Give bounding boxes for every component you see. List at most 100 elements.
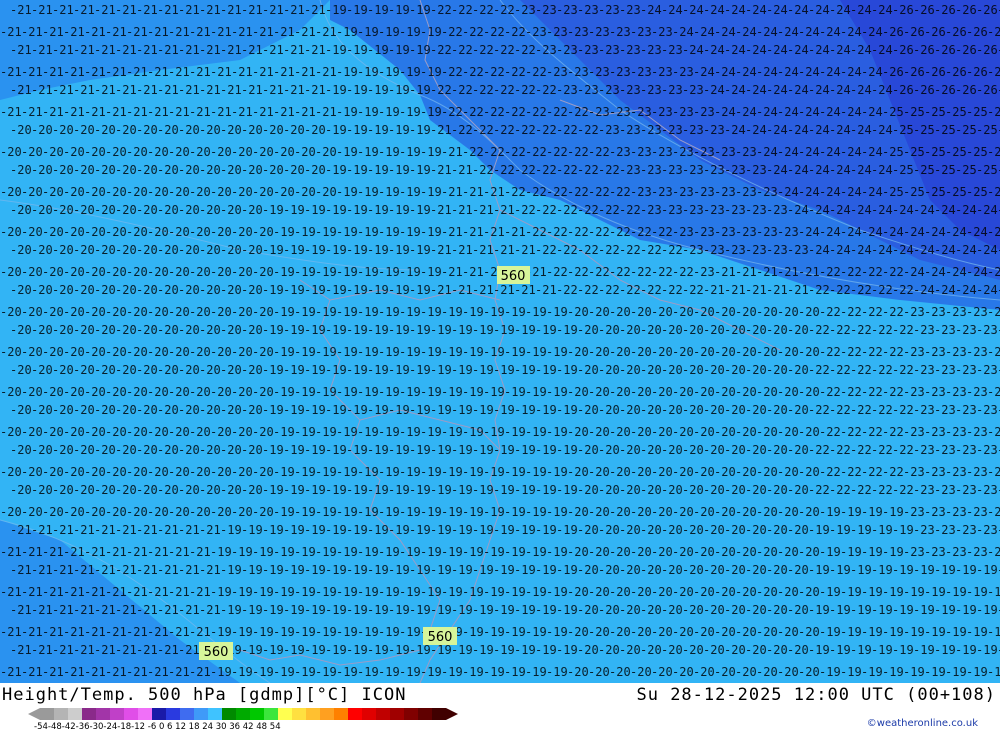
svg-text:-20: -20: [210, 185, 232, 199]
svg-text:-19: -19: [336, 225, 358, 239]
svg-text:-20: -20: [787, 563, 809, 577]
svg-text:-24: -24: [745, 3, 767, 17]
svg-text:-22: -22: [567, 105, 589, 119]
svg-text:-23: -23: [987, 425, 1000, 439]
svg-text:-24: -24: [808, 43, 830, 57]
svg-text:-19: -19: [819, 545, 841, 559]
svg-text:-21: -21: [283, 83, 305, 97]
svg-text:-20: -20: [115, 323, 137, 337]
svg-text:-19: -19: [882, 665, 904, 679]
svg-text:-19: -19: [525, 305, 547, 319]
svg-text:-24: -24: [924, 225, 946, 239]
svg-text:-21: -21: [94, 643, 116, 657]
svg-text:-24: -24: [934, 283, 956, 297]
svg-text:-19: -19: [325, 83, 347, 97]
svg-text:-20: -20: [756, 665, 778, 679]
svg-text:-24: -24: [903, 265, 925, 279]
svg-text:-23: -23: [609, 65, 631, 79]
svg-text:-24: -24: [829, 3, 851, 17]
svg-text:-21: -21: [472, 283, 494, 297]
svg-text:-23: -23: [745, 243, 767, 257]
svg-text:-20: -20: [21, 345, 43, 359]
svg-text:-20: -20: [231, 345, 253, 359]
svg-text:-23: -23: [924, 465, 946, 479]
svg-text:-22: -22: [451, 43, 473, 57]
svg-text:-20: -20: [787, 323, 809, 337]
svg-text:-19: -19: [336, 425, 358, 439]
svg-text:-21: -21: [262, 83, 284, 97]
svg-text:-19: -19: [556, 483, 578, 497]
svg-text:-20: -20: [126, 465, 148, 479]
svg-text:-20: -20: [262, 123, 284, 137]
svg-text:-19: -19: [346, 483, 368, 497]
svg-text:-20: -20: [798, 345, 820, 359]
svg-text:-19: -19: [273, 545, 295, 559]
svg-text:-23: -23: [672, 185, 694, 199]
svg-text:-20: -20: [703, 643, 725, 657]
svg-text:-23: -23: [682, 83, 704, 97]
svg-text:-21: -21: [210, 105, 232, 119]
svg-text:-21: -21: [262, 3, 284, 17]
svg-text:-24: -24: [798, 25, 820, 39]
svg-text:-21: -21: [231, 65, 253, 79]
svg-text:-23: -23: [945, 425, 967, 439]
svg-text:-19: -19: [945, 665, 967, 679]
credit-link[interactable]: ©weatheronline.co.uk: [867, 718, 978, 729]
svg-text:-19: -19: [861, 545, 883, 559]
color-legend: [28, 708, 458, 720]
svg-text:-20: -20: [315, 145, 337, 159]
svg-text:-21: -21: [304, 3, 326, 17]
svg-text:-20: -20: [598, 643, 620, 657]
svg-text:-19: -19: [472, 523, 494, 537]
svg-text:-20: -20: [199, 403, 221, 417]
svg-text:-24: -24: [850, 163, 872, 177]
svg-text:-20: -20: [567, 425, 589, 439]
svg-text:-22: -22: [892, 483, 914, 497]
svg-text:-21: -21: [84, 665, 106, 679]
svg-text:-23: -23: [546, 65, 568, 79]
svg-text:-19: -19: [273, 425, 295, 439]
svg-text:-23: -23: [955, 483, 977, 497]
svg-text:-20: -20: [745, 443, 767, 457]
svg-text:-19: -19: [262, 203, 284, 217]
svg-text:-20: -20: [231, 265, 253, 279]
svg-text:-20: -20: [609, 385, 631, 399]
svg-text:-22: -22: [525, 105, 547, 119]
svg-text:-21: -21: [115, 83, 137, 97]
svg-text:-22: -22: [588, 185, 610, 199]
svg-text:-20: -20: [220, 483, 242, 497]
svg-text:-20: -20: [682, 523, 704, 537]
svg-text:-20: -20: [672, 385, 694, 399]
svg-text:-23: -23: [756, 185, 778, 199]
svg-text:-21: -21: [63, 665, 85, 679]
legend-swatch: [418, 708, 432, 720]
svg-text:-19: -19: [472, 403, 494, 417]
svg-text:-24: -24: [766, 163, 788, 177]
svg-text:-21: -21: [199, 523, 221, 537]
svg-text:-19: -19: [451, 443, 473, 457]
svg-text:-21: -21: [714, 265, 736, 279]
svg-text:-24: -24: [787, 123, 809, 137]
svg-text:-20: -20: [703, 523, 725, 537]
svg-text:-22: -22: [819, 385, 841, 399]
svg-text:-21: -21: [105, 585, 127, 599]
svg-text:-20: -20: [693, 345, 715, 359]
svg-text:-22: -22: [598, 203, 620, 217]
svg-text:-19: -19: [336, 185, 358, 199]
svg-text:-23: -23: [945, 345, 967, 359]
svg-text:-20: -20: [693, 305, 715, 319]
svg-text:-21: -21: [52, 83, 74, 97]
svg-text:-24: -24: [661, 3, 683, 17]
svg-text:-22: -22: [871, 483, 893, 497]
svg-text:-20: -20: [31, 283, 53, 297]
svg-text:-19: -19: [283, 603, 305, 617]
svg-text:-23: -23: [934, 363, 956, 377]
svg-text:-19: -19: [378, 625, 400, 639]
svg-text:-21: -21: [514, 243, 536, 257]
svg-text:-24: -24: [861, 145, 883, 159]
svg-text:-19: -19: [325, 43, 347, 57]
svg-text:-20: -20: [241, 363, 263, 377]
svg-text:-20: -20: [682, 323, 704, 337]
svg-text:-20: -20: [735, 665, 757, 679]
svg-text:-19: -19: [819, 505, 841, 519]
